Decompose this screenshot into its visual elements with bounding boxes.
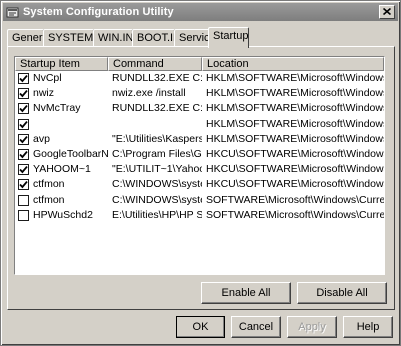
command-cell: C:\WINDOWS\system... [112, 178, 202, 191]
table-row[interactable]: nwiz nwiz.exe /install HKLM\SOFTWARE\Micro… [15, 86, 384, 101]
table-row[interactable]: avp "E:\Utilities\Kaspersky... HKLM\SOFTWA… [15, 132, 384, 147]
startup-item-cell: avp [15, 132, 108, 147]
startup-item-cell: YAHOOM~1 [15, 162, 108, 177]
cancel-button[interactable]: Cancel [231, 316, 281, 338]
command-cell: C:\WINDOWS\system... [112, 193, 202, 206]
startup-item-label: ctfmon [33, 178, 65, 191]
checkmark-icon [19, 166, 28, 174]
checkmark-icon [19, 75, 28, 83]
startup-checkbox[interactable] [18, 179, 29, 191]
startup-item-cell [15, 118, 108, 130]
location-cell: HKLM\SOFTWARE\Microsoft\Windows\CurrentV… [206, 72, 384, 85]
table-row[interactable]: GoogleToolbarNotifier C:\Program Files\Go… [15, 147, 384, 162]
startup-checkbox[interactable] [18, 133, 29, 145]
command-cell: nwiz.exe /install [112, 87, 186, 100]
close-button[interactable] [379, 5, 395, 19]
startup-item-label: YAHOOM~1 [33, 163, 91, 176]
tab-win-ini[interactable]: WIN.INI [93, 29, 137, 47]
checkmark-icon [19, 90, 28, 98]
help-button[interactable]: Help [343, 316, 393, 338]
column-header-location[interactable]: Location [202, 57, 384, 71]
location-cell: HKCU\SOFTWARE\Microsoft\Windows\CurrentV… [206, 163, 384, 176]
window-title: System Configuration Utility [23, 6, 174, 18]
tab-general[interactable]: General [7, 29, 51, 47]
list-body: NvCpl RUNDLL32.EXE C:\WI... HKLM\SOFTWARE\… [15, 71, 384, 223]
startup-item-label: avp [33, 132, 50, 145]
startup-list[interactable]: Startup Item Command Location NvCpl RUNDL… [14, 56, 385, 275]
location-cell: HKCU\SOFTWARE\Microsoft\Windows\CurrentV… [206, 178, 384, 191]
tab-label: Startup [213, 30, 249, 42]
command-cell: "E:\UTILIT~1\Yahoo\... [112, 163, 202, 176]
tab-label: WIN.INI [98, 32, 137, 44]
location-cell: HKCU\SOFTWARE\Microsoft\Windows\CurrentV… [206, 148, 384, 161]
startup-item-label: ctfmon [33, 193, 65, 206]
table-row[interactable]: NvMcTray RUNDLL32.EXE C:\WI... HKLM\SOFTWA… [15, 101, 384, 116]
startup-item-label: GoogleToolbarNotifier [33, 148, 108, 161]
tab-boot-ini[interactable]: BOOT.INI [132, 29, 184, 47]
location-cell: HKLM\SOFTWARE\Microsoft\Windows\CurrentV… [206, 102, 384, 115]
system-configuration-window: System Configuration Utility General SYS… [0, 0, 401, 346]
startup-item-cell: nwiz [15, 86, 108, 101]
startup-item-cell: ctfmon [15, 177, 108, 192]
startup-item-label: NvMcTray [33, 102, 81, 115]
tab-system-ini[interactable]: SYSTEM.INI [43, 29, 110, 47]
ok-button[interactable]: OK [176, 316, 225, 338]
startup-checkbox[interactable] [18, 73, 29, 85]
list-header: Startup Item Command Location [15, 57, 384, 71]
checkmark-icon [19, 120, 28, 128]
checkmark-icon [19, 105, 28, 113]
title-bar[interactable]: System Configuration Utility [3, 3, 398, 21]
disable-all-button[interactable]: Disable All [297, 282, 387, 304]
startup-item-label: NvCpl [33, 72, 62, 85]
table-row[interactable]: ctfmon C:\WINDOWS\system... HKCU\SOFTWARE\… [15, 177, 384, 192]
table-row[interactable]: HPWuSchd2 E:\Utilities\HP\HP Soft... SOFTW… [15, 208, 384, 223]
startup-item-cell: ctfmon [15, 193, 108, 208]
tab-services[interactable]: Services [174, 29, 221, 47]
location-cell: SOFTWARE\Microsoft\Windows\CurrentVersio… [206, 193, 384, 206]
enable-all-button[interactable]: Enable All [201, 282, 291, 304]
startup-checkbox[interactable] [18, 164, 29, 176]
command-cell: RUNDLL32.EXE C:\WI... [112, 72, 202, 85]
table-row[interactable]: ctfmon C:\WINDOWS\system... SOFTWARE\Micro… [15, 193, 384, 208]
command-cell: RUNDLL32.EXE C:\WI... [112, 102, 202, 115]
checkmark-icon [19, 181, 28, 189]
startup-item-label: nwiz [33, 87, 55, 100]
startup-checkbox[interactable] [18, 118, 29, 130]
location-cell: SOFTWARE\Microsoft\Windows\CurrentVersio… [206, 208, 384, 221]
startup-checkbox[interactable] [18, 149, 29, 161]
checkmark-icon [19, 135, 28, 144]
command-cell: C:\Program Files\Goog... [112, 148, 202, 161]
column-header-startup-item[interactable]: Startup Item [15, 57, 108, 71]
close-icon [382, 6, 392, 18]
location-cell: HKLM\SOFTWARE\Microsoft\Windows\CurrentV… [206, 132, 384, 145]
startup-checkbox[interactable] [18, 194, 29, 206]
table-row[interactable]: NvCpl RUNDLL32.EXE C:\WI... HKLM\SOFTWARE\… [15, 71, 384, 86]
checkmark-icon [19, 151, 28, 159]
startup-item-cell: NvMcTray [15, 101, 108, 116]
startup-checkbox[interactable] [18, 88, 29, 100]
startup-item-label: HPWuSchd2 [33, 208, 93, 221]
table-row[interactable]: YAHOOM~1 "E:\UTILIT~1\Yahoo\... HKCU\SOFTW… [15, 162, 384, 177]
location-cell: HKLM\SOFTWARE\Microsoft\Windows\CurrentV… [206, 117, 384, 130]
table-row[interactable]: HKLM\SOFTWARE\Microsoft\Windows\CurrentV… [15, 117, 384, 132]
column-header-command[interactable]: Command [108, 57, 202, 71]
startup-item-cell: GoogleToolbarNotifier [15, 147, 108, 162]
location-cell: HKLM\SOFTWARE\Microsoft\Windows\CurrentV… [206, 87, 384, 100]
msconfig-icon [6, 6, 19, 19]
command-cell: E:\Utilities\HP\HP Soft... [112, 208, 202, 221]
startup-checkbox[interactable] [18, 103, 29, 115]
startup-item-cell: NvCpl [15, 71, 108, 86]
startup-item-cell: HPWuSchd2 [15, 208, 108, 223]
apply-button[interactable]: Apply [287, 316, 337, 338]
tab-startup[interactable]: Startup [208, 27, 249, 48]
command-cell: "E:\Utilities\Kaspersky... [112, 132, 202, 145]
startup-checkbox[interactable] [18, 209, 29, 221]
